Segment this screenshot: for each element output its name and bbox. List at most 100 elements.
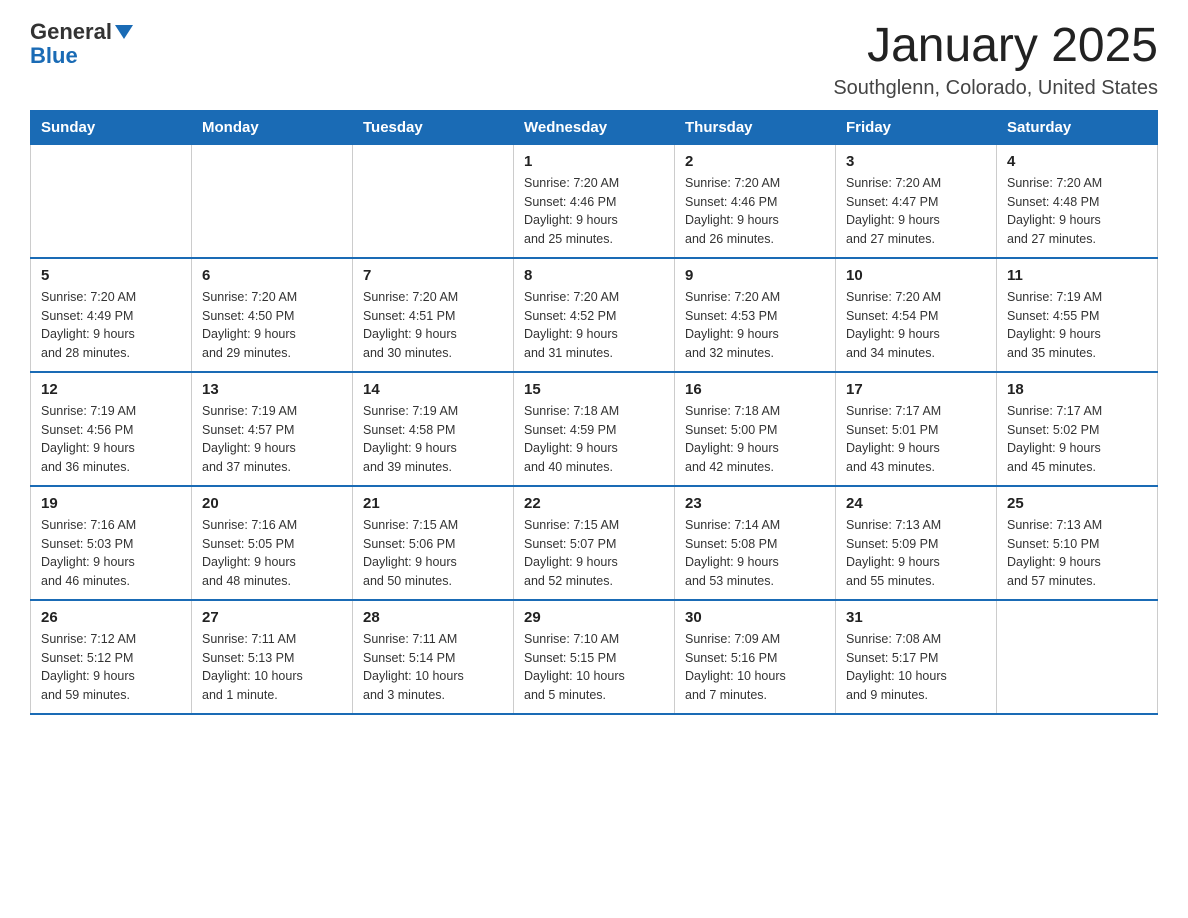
day-info: Sunrise: 7:11 AM Sunset: 5:14 PM Dayligh… <box>363 630 503 705</box>
day-info: Sunrise: 7:13 AM Sunset: 5:09 PM Dayligh… <box>846 516 986 591</box>
calendar-table: SundayMondayTuesdayWednesdayThursdayFrid… <box>30 110 1158 715</box>
calendar-cell: 25 Sunrise: 7:13 AM Sunset: 5:10 PM Dayli… <box>997 486 1158 600</box>
calendar-cell: 26Sunrise: 7:12 AM Sunset: 5:12 PM Dayli… <box>31 600 192 714</box>
day-number: 7 <box>363 267 503 284</box>
weekday-header-sunday: Sunday <box>31 110 192 144</box>
day-number: 10 <box>846 267 986 284</box>
calendar-cell: 19 Sunrise: 7:16 AM Sunset: 5:03 PM Dayli… <box>31 486 192 600</box>
calendar-cell: 3 Sunrise: 7:20 AM Sunset: 4:47 PM Daylig… <box>836 144 997 258</box>
calendar-cell: 29 Sunrise: 7:10 AM Sunset: 5:15 PM Dayli… <box>514 600 675 714</box>
calendar-cell: 16 Sunrise: 7:18 AM Sunset: 5:00 PM Dayli… <box>675 372 836 486</box>
calendar-cell: 17 Sunrise: 7:17 AM Sunset: 5:01 PM Dayli… <box>836 372 997 486</box>
day-info: Sunrise: 7:14 AM Sunset: 5:08 PM Dayligh… <box>685 516 825 591</box>
day-number: 3 <box>846 153 986 170</box>
weekday-header-thursday: Thursday <box>675 110 836 144</box>
day-number: 4 <box>1007 153 1147 170</box>
day-number: 29 <box>524 609 664 626</box>
day-number: 24 <box>846 495 986 512</box>
day-number: 30 <box>685 609 825 626</box>
day-number: 15 <box>524 381 664 398</box>
day-number: 19 <box>41 495 181 512</box>
calendar-cell: 31 Sunrise: 7:08 AM Sunset: 5:17 PM Dayli… <box>836 600 997 714</box>
calendar-cell <box>353 144 514 258</box>
day-info: Sunrise: 7:13 AM Sunset: 5:10 PM Dayligh… <box>1007 516 1147 591</box>
day-number: 13 <box>202 381 342 398</box>
weekday-header-wednesday: Wednesday <box>514 110 675 144</box>
day-number: 20 <box>202 495 342 512</box>
day-info: Sunrise: 7:20 AM Sunset: 4:50 PM Dayligh… <box>202 288 342 363</box>
day-info: Sunrise: 7:19 AM Sunset: 4:57 PM Dayligh… <box>202 402 342 477</box>
day-number: 11 <box>1007 267 1147 284</box>
day-info: Sunrise: 7:20 AM Sunset: 4:47 PM Dayligh… <box>846 174 986 249</box>
day-info: Sunrise: 7:17 AM Sunset: 5:01 PM Dayligh… <box>846 402 986 477</box>
logo-general: General <box>30 19 112 44</box>
day-info: Sunrise: 7:20 AM Sunset: 4:54 PM Dayligh… <box>846 288 986 363</box>
calendar-cell: 6 Sunrise: 7:20 AM Sunset: 4:50 PM Daylig… <box>192 258 353 372</box>
day-number: 9 <box>685 267 825 284</box>
calendar-cell: 1 Sunrise: 7:20 AM Sunset: 4:46 PM Daylig… <box>514 144 675 258</box>
calendar-cell: 14Sunrise: 7:19 AM Sunset: 4:58 PM Dayli… <box>353 372 514 486</box>
day-info: Sunrise: 7:20 AM Sunset: 4:49 PM Dayligh… <box>41 288 181 363</box>
day-info: Sunrise: 7:16 AM Sunset: 5:03 PM Dayligh… <box>41 516 181 591</box>
day-info: Sunrise: 7:11 AM Sunset: 5:13 PM Dayligh… <box>202 630 342 705</box>
day-number: 31 <box>846 609 986 626</box>
day-number: 28 <box>363 609 503 626</box>
calendar-cell: 10 Sunrise: 7:20 AM Sunset: 4:54 PM Dayli… <box>836 258 997 372</box>
day-number: 18 <box>1007 381 1147 398</box>
day-info: Sunrise: 7:18 AM Sunset: 4:59 PM Dayligh… <box>524 402 664 477</box>
day-info: Sunrise: 7:20 AM Sunset: 4:46 PM Dayligh… <box>685 174 825 249</box>
page-header: General Blue January 2025 Southglenn, Co… <box>30 20 1158 100</box>
logo-arrow-icon <box>115 25 133 44</box>
calendar-cell: 12 Sunrise: 7:19 AM Sunset: 4:56 PM Dayli… <box>31 372 192 486</box>
logo: General Blue <box>30 20 133 68</box>
calendar-cell: 18Sunrise: 7:17 AM Sunset: 5:02 PM Dayli… <box>997 372 1158 486</box>
week-row-5: 26Sunrise: 7:12 AM Sunset: 5:12 PM Dayli… <box>31 600 1158 714</box>
calendar-cell: 8 Sunrise: 7:20 AM Sunset: 4:52 PM Daylig… <box>514 258 675 372</box>
calendar-cell: 9Sunrise: 7:20 AM Sunset: 4:53 PM Daylig… <box>675 258 836 372</box>
week-row-3: 12 Sunrise: 7:19 AM Sunset: 4:56 PM Dayli… <box>31 372 1158 486</box>
day-number: 6 <box>202 267 342 284</box>
calendar-cell: 23Sunrise: 7:14 AM Sunset: 5:08 PM Dayli… <box>675 486 836 600</box>
calendar-cell: 22 Sunrise: 7:15 AM Sunset: 5:07 PM Dayli… <box>514 486 675 600</box>
day-number: 25 <box>1007 495 1147 512</box>
day-info: Sunrise: 7:09 AM Sunset: 5:16 PM Dayligh… <box>685 630 825 705</box>
day-info: Sunrise: 7:12 AM Sunset: 5:12 PM Dayligh… <box>41 630 181 705</box>
day-number: 5 <box>41 267 181 284</box>
calendar-cell: 20 Sunrise: 7:16 AM Sunset: 5:05 PM Dayli… <box>192 486 353 600</box>
day-number: 22 <box>524 495 664 512</box>
day-number: 17 <box>846 381 986 398</box>
calendar-cell: 27Sunrise: 7:11 AM Sunset: 5:13 PM Dayli… <box>192 600 353 714</box>
weekday-header-friday: Friday <box>836 110 997 144</box>
day-info: Sunrise: 7:18 AM Sunset: 5:00 PM Dayligh… <box>685 402 825 477</box>
day-info: Sunrise: 7:20 AM Sunset: 4:51 PM Dayligh… <box>363 288 503 363</box>
day-info: Sunrise: 7:20 AM Sunset: 4:46 PM Dayligh… <box>524 174 664 249</box>
week-row-2: 5 Sunrise: 7:20 AM Sunset: 4:49 PM Daylig… <box>31 258 1158 372</box>
calendar-cell: 13 Sunrise: 7:19 AM Sunset: 4:57 PM Dayli… <box>192 372 353 486</box>
calendar-title: January 2025 <box>833 20 1158 73</box>
day-info: Sunrise: 7:19 AM Sunset: 4:58 PM Dayligh… <box>363 402 503 477</box>
day-info: Sunrise: 7:08 AM Sunset: 5:17 PM Dayligh… <box>846 630 986 705</box>
calendar-cell: 15 Sunrise: 7:18 AM Sunset: 4:59 PM Dayli… <box>514 372 675 486</box>
logo-text: General Blue <box>30 20 133 68</box>
calendar-cell: 5 Sunrise: 7:20 AM Sunset: 4:49 PM Daylig… <box>31 258 192 372</box>
calendar-cell: 11Sunrise: 7:19 AM Sunset: 4:55 PM Dayli… <box>997 258 1158 372</box>
calendar-cell: 4 Sunrise: 7:20 AM Sunset: 4:48 PM Daylig… <box>997 144 1158 258</box>
day-info: Sunrise: 7:20 AM Sunset: 4:52 PM Dayligh… <box>524 288 664 363</box>
day-info: Sunrise: 7:10 AM Sunset: 5:15 PM Dayligh… <box>524 630 664 705</box>
day-number: 12 <box>41 381 181 398</box>
day-number: 1 <box>524 153 664 170</box>
weekday-header-row: SundayMondayTuesdayWednesdayThursdayFrid… <box>31 110 1158 144</box>
calendar-cell: 30 Sunrise: 7:09 AM Sunset: 5:16 PM Dayli… <box>675 600 836 714</box>
day-info: Sunrise: 7:20 AM Sunset: 4:48 PM Dayligh… <box>1007 174 1147 249</box>
day-number: 8 <box>524 267 664 284</box>
calendar-cell: 21 Sunrise: 7:15 AM Sunset: 5:06 PM Dayli… <box>353 486 514 600</box>
day-info: Sunrise: 7:16 AM Sunset: 5:05 PM Dayligh… <box>202 516 342 591</box>
weekday-header-tuesday: Tuesday <box>353 110 514 144</box>
day-info: Sunrise: 7:19 AM Sunset: 4:56 PM Dayligh… <box>41 402 181 477</box>
day-info: Sunrise: 7:15 AM Sunset: 5:06 PM Dayligh… <box>363 516 503 591</box>
day-number: 2 <box>685 153 825 170</box>
day-number: 16 <box>685 381 825 398</box>
day-number: 21 <box>363 495 503 512</box>
day-info: Sunrise: 7:15 AM Sunset: 5:07 PM Dayligh… <box>524 516 664 591</box>
calendar-cell: 7 Sunrise: 7:20 AM Sunset: 4:51 PM Daylig… <box>353 258 514 372</box>
